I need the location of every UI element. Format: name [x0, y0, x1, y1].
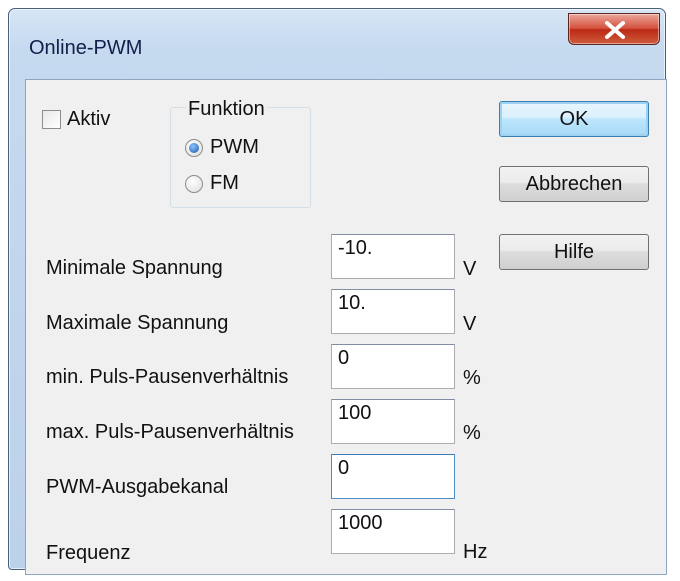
help-button[interactable]: Hilfe	[499, 234, 649, 270]
aktiv-label[interactable]: Aktiv	[67, 108, 110, 131]
field-label: min. Puls-Pausenverhältnis	[46, 366, 289, 388]
field-label: Frequenz	[46, 542, 131, 564]
window-title: Online-PWM	[29, 37, 143, 59]
field-unit: V	[463, 258, 477, 280]
cancel-button[interactable]: Abbrechen	[499, 166, 649, 202]
field-label: max. Puls-Pausenverhältnis	[46, 421, 294, 443]
funktion-group-title: Funktion	[186, 98, 267, 121]
field-unit: %	[463, 422, 481, 444]
frequency-input[interactable]: 1000	[331, 509, 455, 554]
field-unit: Hz	[463, 541, 488, 563]
ok-button[interactable]: OK	[499, 101, 649, 137]
field-unit: %	[463, 367, 481, 389]
close-button[interactable]	[568, 13, 660, 45]
max-duty-cycle-input[interactable]: 100	[331, 399, 455, 444]
radio-fm[interactable]	[185, 175, 203, 193]
max-voltage-input[interactable]: 10.	[331, 289, 455, 334]
radio-pwm-label[interactable]: PWM	[210, 136, 259, 159]
field-unit: V	[463, 313, 477, 335]
field-label: Minimale Spannung	[46, 257, 223, 279]
radio-selected-dot	[189, 143, 199, 153]
min-voltage-input[interactable]: -10.	[331, 234, 455, 279]
close-x-icon	[605, 21, 625, 39]
radio-fm-label[interactable]: FM	[210, 172, 239, 195]
field-label: PWM-Ausgabekanal	[46, 476, 229, 498]
pwm-output-channel-input[interactable]: 0	[331, 454, 455, 499]
dialog-body: Aktiv Funktion PWM FM OK Abbrechen Hilfe…	[25, 79, 667, 575]
field-label: Maximale Spannung	[46, 312, 229, 334]
min-duty-cycle-input[interactable]: 0	[331, 344, 455, 389]
aktiv-checkbox[interactable]	[42, 110, 61, 129]
radio-pwm[interactable]	[185, 139, 203, 157]
dialog-window: Online-PWM Aktiv Funktion PWM FM OK Abbr…	[8, 8, 667, 575]
